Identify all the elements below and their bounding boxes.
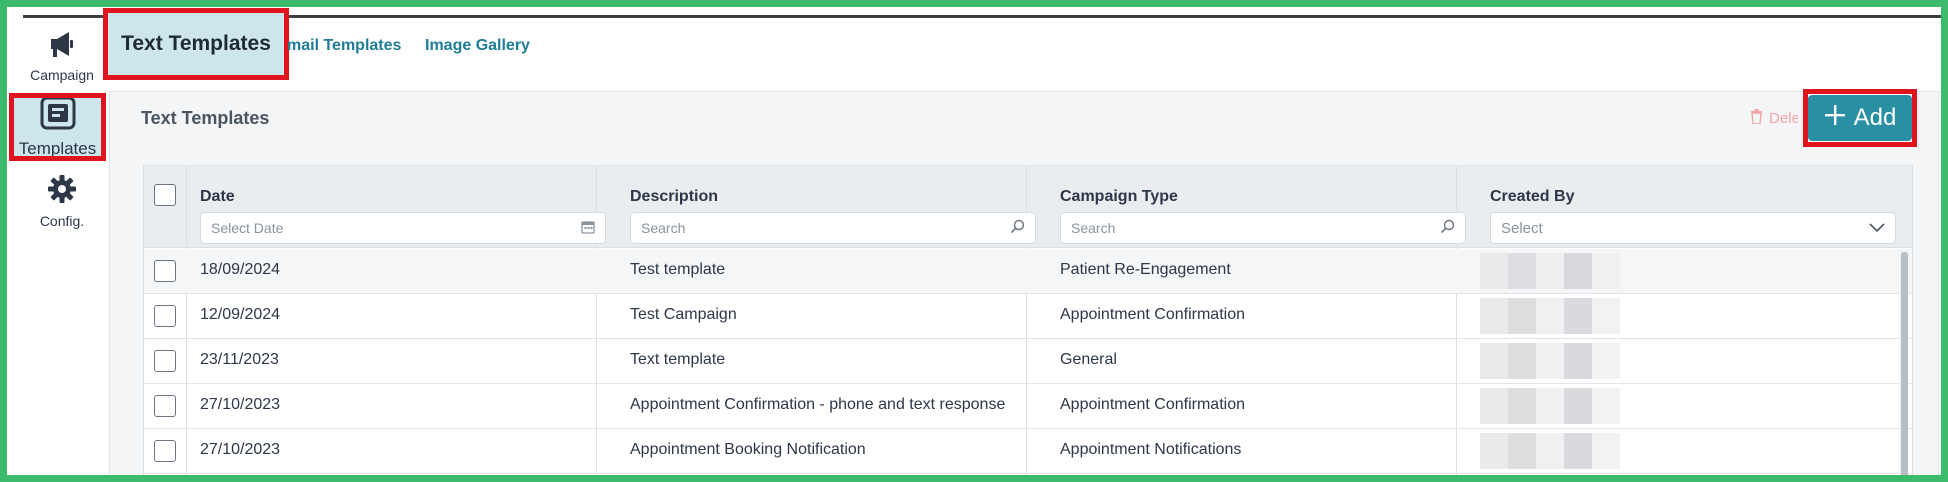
cell-campaign-type: Appointment Notifications xyxy=(1060,441,1242,458)
table-row[interactable]: 18/09/2024 Test template Patient Re-Enga… xyxy=(144,249,1912,294)
cell-description: Appointment Booking Notification xyxy=(630,441,866,458)
cell-date: 23/11/2023 xyxy=(200,351,279,368)
gear-icon xyxy=(47,174,77,209)
tab-email-templates[interactable]: mail Templates xyxy=(287,37,401,55)
row-checkbox[interactable] xyxy=(154,260,176,282)
redacted-creator xyxy=(1480,343,1620,379)
sidebar-item-label: Templates xyxy=(18,138,97,158)
column-header-date[interactable]: Date xyxy=(200,188,235,206)
cell-date: 27/10/2023 xyxy=(200,396,281,413)
redacted-creator xyxy=(1480,298,1620,334)
campaign-type-search-input[interactable]: Search xyxy=(1060,212,1466,244)
megaphone-icon xyxy=(47,30,77,63)
redacted-creator xyxy=(1480,253,1620,289)
cell-description: Appointment Confirmation - phone and tex… xyxy=(630,396,1006,413)
description-search-placeholder: Search xyxy=(641,220,686,236)
cell-campaign-type: Appointment Confirmation xyxy=(1060,396,1245,413)
calendar-icon xyxy=(581,220,595,237)
add-button-frame: Add xyxy=(1803,89,1917,147)
trash-icon xyxy=(1750,109,1763,128)
row-checkbox[interactable] xyxy=(154,305,176,327)
date-filter-input[interactable]: Select Date xyxy=(200,212,606,244)
cell-description: Test template xyxy=(630,261,726,278)
sidebar-item-campaign[interactable]: Campaign xyxy=(7,23,117,89)
tab-image-gallery[interactable]: Image Gallery xyxy=(425,37,530,55)
row-checkbox[interactable] xyxy=(154,350,176,372)
row-checkbox[interactable] xyxy=(154,395,176,417)
add-button[interactable]: Add xyxy=(1808,95,1912,141)
cell-date: 27/10/2023 xyxy=(200,441,281,458)
cell-description: Text template xyxy=(630,351,726,368)
date-filter-placeholder: Select Date xyxy=(211,220,284,236)
sidebar-item-label: Campaign xyxy=(30,66,94,83)
tab-label: Text Templates xyxy=(121,32,271,55)
table-row[interactable]: 27/10/2023 Appointment Booking Notificat… xyxy=(144,429,1912,474)
description-search-input[interactable]: Search xyxy=(630,212,1036,244)
row-checkbox[interactable] xyxy=(154,440,176,462)
column-header-campaign-type[interactable]: Campaign Type xyxy=(1060,188,1178,206)
table-scrollbar-thumb[interactable] xyxy=(1901,252,1908,475)
table-row[interactable]: 23/11/2023 Text template General xyxy=(144,339,1912,384)
panel-title: Text Templates xyxy=(141,108,270,128)
redacted-creator xyxy=(1480,388,1620,424)
search-icon xyxy=(1440,219,1455,237)
templates-icon xyxy=(40,96,76,135)
cell-description: Test Campaign xyxy=(630,306,737,323)
templates-table: Date Select Date Description Search Camp… xyxy=(143,165,1913,475)
plus-icon xyxy=(1824,104,1846,133)
add-label: Add xyxy=(1853,104,1897,131)
table-row[interactable]: 12/09/2024 Test Campaign Appointment Con… xyxy=(144,294,1912,339)
cell-date: 12/09/2024 xyxy=(200,306,281,323)
select-all-checkbox[interactable] xyxy=(154,184,176,206)
column-header-description[interactable]: Description xyxy=(630,188,718,206)
delete-label: Delete xyxy=(1769,110,1798,127)
delete-button[interactable]: Delete xyxy=(1750,109,1798,128)
search-icon xyxy=(1010,219,1025,237)
campaign-type-search-placeholder: Search xyxy=(1071,220,1116,236)
sidebar: Campaign Templates Config. xyxy=(7,21,117,475)
cell-campaign-type: Appointment Confirmation xyxy=(1060,306,1245,323)
sidebar-item-config[interactable]: Config. xyxy=(7,171,117,231)
sidebar-item-templates[interactable]: Templates xyxy=(9,93,106,161)
column-header-created-by[interactable]: Created By xyxy=(1490,188,1574,206)
tab-text-templates[interactable]: Text Templates xyxy=(103,8,289,80)
app-window: Campaign Templates Config. Text Template… xyxy=(7,7,1941,475)
table-row[interactable]: 27/10/2023 Appointment Confirmation - ph… xyxy=(144,384,1912,429)
created-by-select-value: Select xyxy=(1501,219,1543,237)
top-divider xyxy=(23,15,1941,18)
sidebar-item-label: Config. xyxy=(39,212,85,229)
redacted-creator xyxy=(1480,433,1620,469)
cell-campaign-type: General xyxy=(1060,351,1117,368)
created-by-select[interactable]: Select xyxy=(1490,212,1896,244)
chevron-down-icon xyxy=(1869,220,1885,236)
cell-date: 18/09/2024 xyxy=(200,261,281,278)
cell-campaign-type: Patient Re-Engagement xyxy=(1060,261,1231,278)
